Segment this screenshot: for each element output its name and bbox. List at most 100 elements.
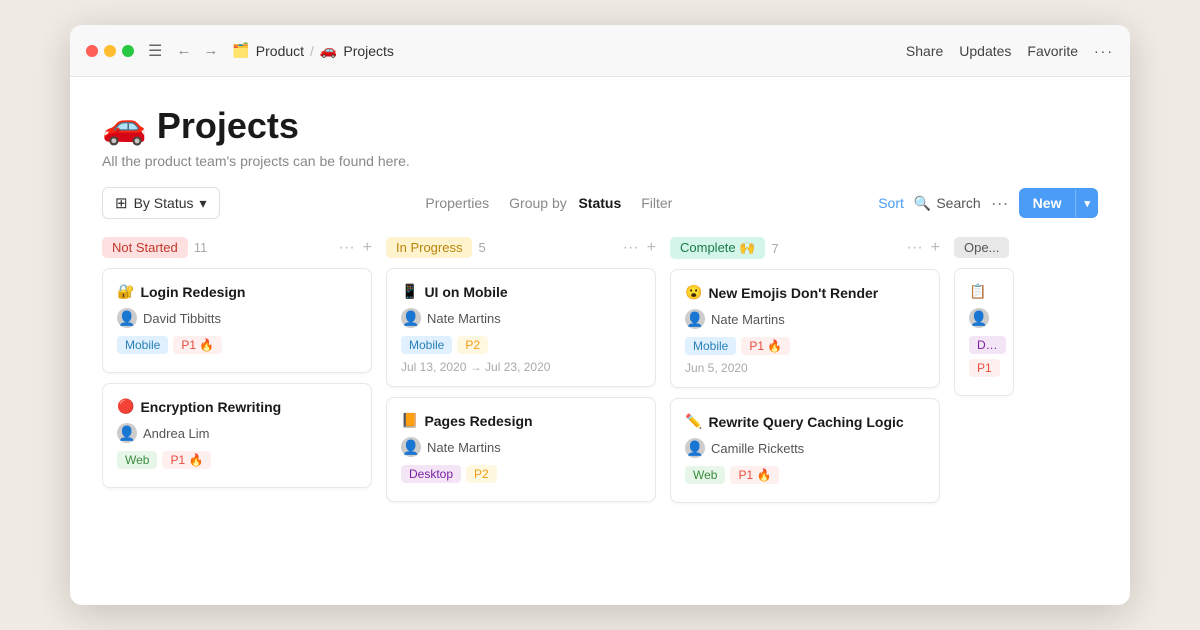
breadcrumb-current-label[interactable]: Projects (343, 43, 394, 59)
status-badge-in-progress: In Progress (386, 237, 472, 258)
breadcrumb-parent-icon: 🗂️ (232, 42, 249, 59)
grid-icon: ⊞ (115, 194, 128, 212)
card-new-emojis[interactable]: 😮 New Emojis Don't Render 👤 Nate Martins… (670, 269, 940, 388)
group-by-text: Group by (509, 195, 567, 211)
avatar: 👤 (969, 308, 989, 328)
avatar: 👤 (685, 309, 705, 329)
forward-button[interactable]: → (199, 40, 222, 61)
more-menu-button[interactable]: ··· (1094, 43, 1114, 59)
card-icon: 😮 (685, 284, 702, 301)
card-person: 👤 Nate Martins (401, 437, 641, 457)
col-count-complete: 7 (771, 241, 778, 256)
card-tags: Web P1 🔥 (117, 451, 357, 469)
toolbar-left: ⊞ By Status ▾ (102, 187, 220, 219)
tag-mobile: Mobile (401, 336, 452, 354)
column-header-in-progress: In Progress 5 ··· + (386, 237, 656, 258)
column-not-started: Not Started 11 ··· + 🔐 Login Redesign (102, 237, 372, 605)
card-title: 📋 (969, 283, 999, 300)
card-login-redesign[interactable]: 🔐 Login Redesign 👤 David Tibbitts Mobile… (102, 268, 372, 373)
cards-complete: 😮 New Emojis Don't Render 👤 Nate Martins… (670, 269, 940, 605)
card-encryption-rewriting[interactable]: 🔴 Encryption Rewriting 👤 Andrea Lim Web … (102, 383, 372, 488)
col-add-icon[interactable]: + (363, 239, 372, 257)
card-tags: Mobile P1 🔥 (117, 336, 357, 354)
column-in-progress: In Progress 5 ··· + 📱 UI on Mobile (386, 237, 656, 605)
card-icon: 🔐 (117, 283, 134, 300)
new-button[interactable]: New ▾ (1019, 188, 1098, 218)
status-badge-not-started: Not Started (102, 237, 188, 258)
card-tags: Mobile P2 (401, 336, 641, 354)
tag-p1: P1 🔥 (730, 466, 779, 484)
card-person: 👤 (969, 308, 999, 328)
card-date: Jul 13, 2020 → Jul 23, 2020 (401, 360, 641, 374)
col-actions-in-progress: ··· + (623, 239, 656, 257)
col-add-icon[interactable]: + (931, 239, 940, 257)
col-add-icon[interactable]: + (647, 239, 656, 257)
page-description: All the product team's projects can be f… (102, 153, 1098, 169)
search-icon: 🔍 (914, 195, 931, 212)
card-pages-redesign[interactable]: 📙 Pages Redesign 👤 Nate Martins Desktop … (386, 397, 656, 502)
menu-icon[interactable]: ☰ (148, 41, 162, 61)
avatar: 👤 (401, 308, 421, 328)
new-button-chevron[interactable]: ▾ (1075, 190, 1098, 217)
nav-arrows: ← → (172, 40, 222, 61)
card-title: 🔴 Encryption Rewriting (117, 398, 357, 415)
column-header-not-started: Not Started 11 ··· + (102, 237, 372, 258)
card-tags: Desktop P2 (401, 465, 641, 483)
column-open: Ope... 📋 👤 D… P1 (954, 237, 1014, 605)
toolbar-center: Properties Group by Status Filter (220, 195, 879, 211)
avatar: 👤 (117, 423, 137, 443)
back-button[interactable]: ← (172, 40, 195, 61)
avatar: 👤 (685, 438, 705, 458)
card-icon: 📱 (401, 283, 418, 300)
breadcrumb-parent-label[interactable]: Product (256, 43, 304, 59)
col-more-icon[interactable]: ··· (907, 239, 923, 257)
tag-web: Web (685, 466, 725, 484)
toolbar: ⊞ By Status ▾ Properties Group by Status… (102, 187, 1098, 219)
card-icon: 🔴 (117, 398, 134, 415)
titlebar: ☰ ← → 🗂️ Product / 🚗 Projects Share Upda… (70, 25, 1130, 77)
group-by-value[interactable]: Status (578, 195, 621, 211)
group-by-control: Group by Status (509, 195, 621, 211)
maximize-button[interactable] (122, 45, 134, 57)
status-badge-open: Ope... (954, 237, 1009, 258)
group-by-button[interactable]: ⊞ By Status ▾ (102, 187, 220, 219)
page-title-text: Projects (157, 105, 299, 147)
group-by-label: By Status (134, 195, 194, 211)
col-count-in-progress: 5 (478, 240, 485, 255)
card-title: ✏️ Rewrite Query Caching Logic (685, 413, 925, 430)
toolbar-more-button[interactable]: ··· (991, 193, 1009, 214)
card-person: 👤 Andrea Lim (117, 423, 357, 443)
card-open-partial[interactable]: 📋 👤 D… P1 (954, 268, 1014, 396)
properties-button[interactable]: Properties (425, 195, 489, 211)
card-tags: D… P1 (969, 336, 999, 377)
breadcrumb: 🗂️ Product / 🚗 Projects (232, 42, 906, 59)
updates-button[interactable]: Updates (959, 43, 1011, 59)
main-content: 🚗 Projects All the product team's projec… (70, 77, 1130, 605)
traffic-lights (86, 45, 134, 57)
minimize-button[interactable] (104, 45, 116, 57)
tag-mobile: Mobile (685, 337, 736, 355)
sort-button[interactable]: Sort (878, 195, 904, 211)
column-header-open: Ope... (954, 237, 1014, 258)
breadcrumb-current-icon: 🚗 (320, 42, 337, 59)
new-button-label: New (1019, 188, 1076, 218)
card-person: 👤 Nate Martins (401, 308, 641, 328)
col-more-icon[interactable]: ··· (623, 239, 639, 257)
card-icon: 📙 (401, 412, 418, 429)
close-button[interactable] (86, 45, 98, 57)
avatar: 👤 (401, 437, 421, 457)
card-icon: 📋 (969, 283, 986, 300)
tag-mobile: Mobile (117, 336, 168, 354)
tag-web: Web (117, 451, 157, 469)
search-button[interactable]: 🔍 Search (914, 195, 981, 212)
share-button[interactable]: Share (906, 43, 943, 59)
favorite-button[interactable]: Favorite (1027, 43, 1078, 59)
tag-p2: P2 (457, 336, 488, 354)
card-rewrite-query[interactable]: ✏️ Rewrite Query Caching Logic 👤 Camille… (670, 398, 940, 503)
column-complete: Complete 🙌 7 ··· + 😮 New Emojis Don't Re… (670, 237, 940, 605)
col-more-icon[interactable]: ··· (339, 239, 355, 257)
card-ui-mobile[interactable]: 📱 UI on Mobile 👤 Nate Martins Mobile P2 … (386, 268, 656, 387)
tag-p1: P1 🔥 (173, 336, 222, 354)
card-title: 😮 New Emojis Don't Render (685, 284, 925, 301)
filter-button[interactable]: Filter (641, 195, 672, 211)
